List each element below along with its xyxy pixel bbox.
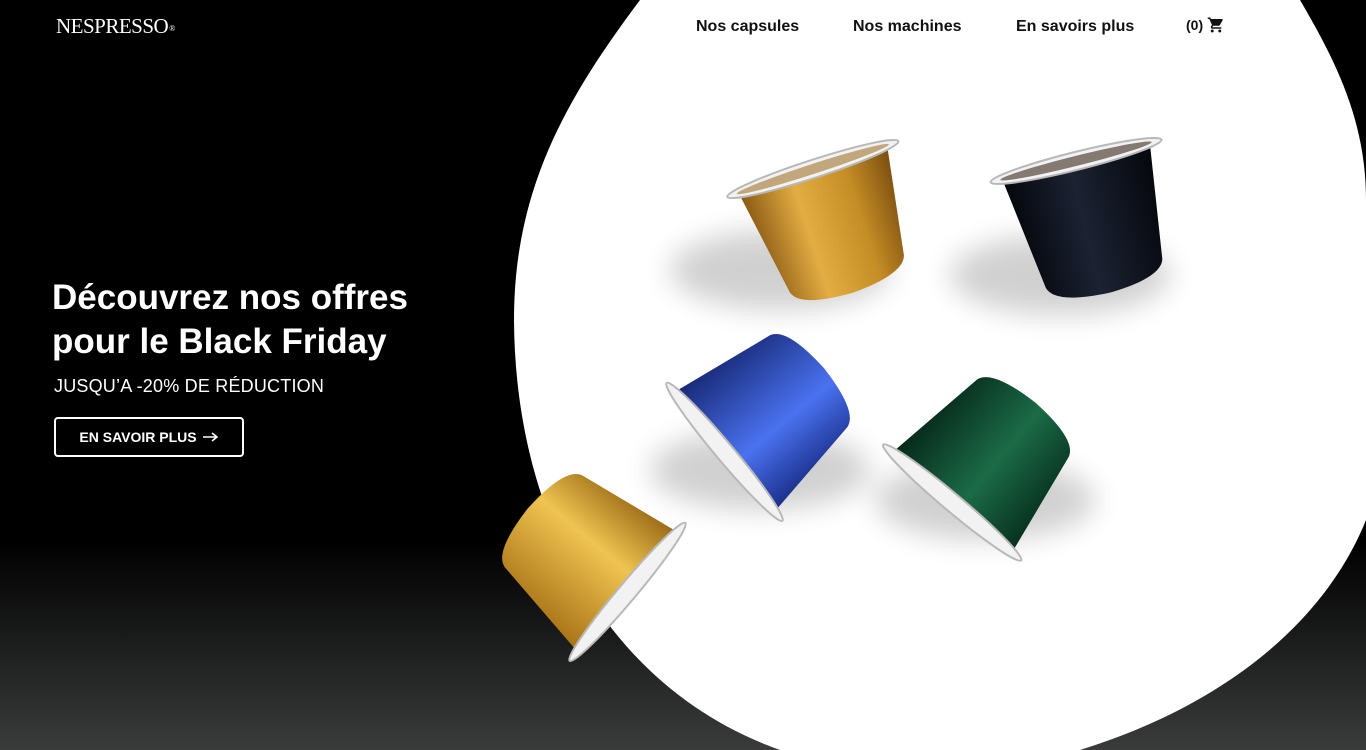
nespresso-logo[interactable]: Nespresso® bbox=[56, 14, 175, 39]
logo-wordmark: Nespresso bbox=[56, 14, 169, 38]
hero-subtitle: JUSQU’A -20% DE RÉDUCTION bbox=[54, 376, 325, 396]
nav-link-capsules[interactable]: Nos capsules bbox=[696, 18, 799, 36]
hero-background-shape bbox=[514, 0, 1366, 750]
registered-mark: ® bbox=[169, 24, 175, 33]
cart-button[interactable]: (0) bbox=[1186, 16, 1225, 34]
arrow-right-icon bbox=[202, 432, 218, 442]
hero-title: Découvrez nos offres pour le Black Frida… bbox=[52, 278, 408, 361]
nav-link-learn-more[interactable]: En savoirs plus bbox=[1016, 18, 1134, 36]
learn-more-button[interactable]: EN SAVOIR PLUS bbox=[54, 417, 244, 457]
learn-more-button-label: EN SAVOIR PLUS bbox=[79, 429, 197, 445]
cart-count: (0) bbox=[1186, 17, 1204, 33]
top-navigation: Nespresso® Nos capsules Nos machines En … bbox=[0, 0, 1366, 56]
nav-link-machines[interactable]: Nos machines bbox=[853, 18, 961, 36]
cart-icon bbox=[1207, 17, 1223, 33]
